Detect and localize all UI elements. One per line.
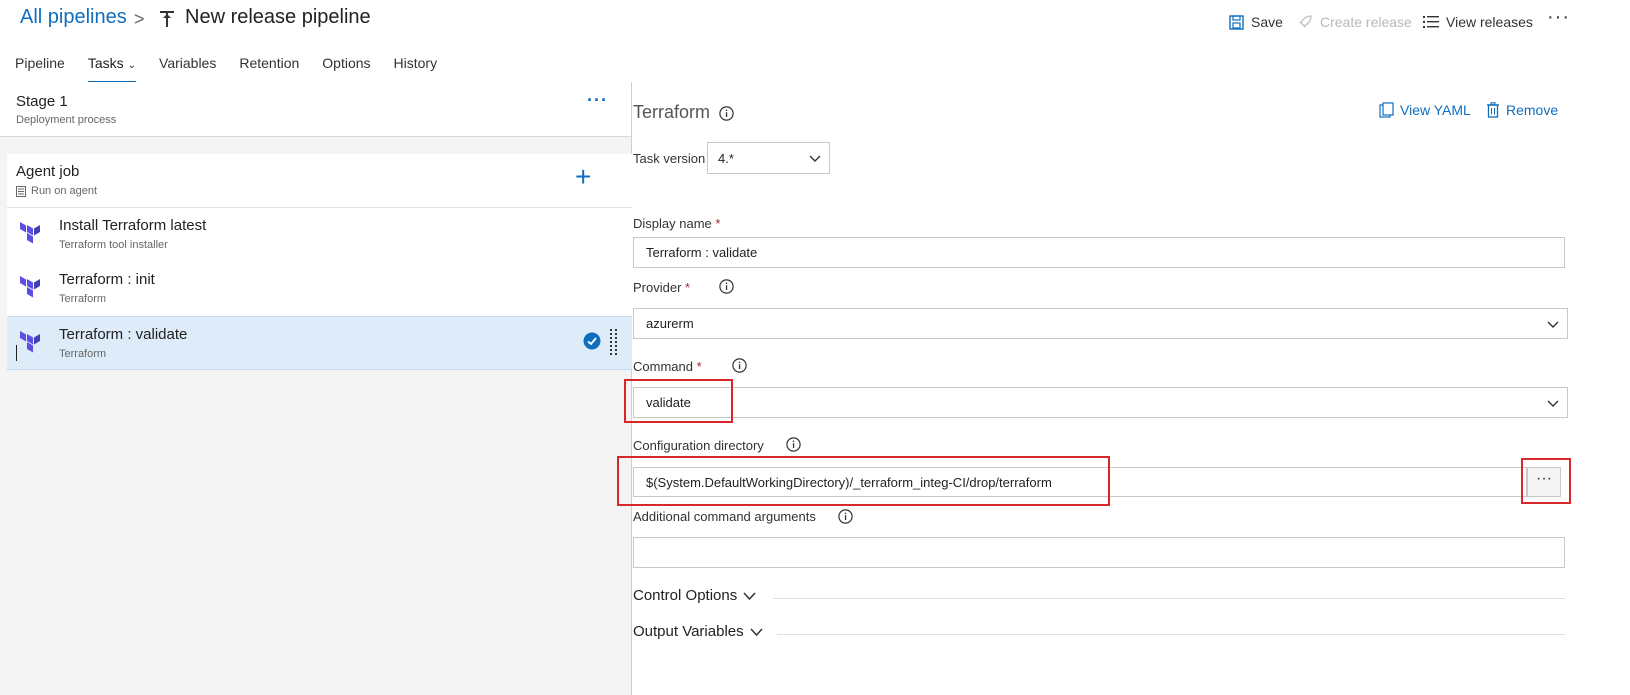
task-version-label: Task version bbox=[633, 151, 706, 166]
tab-tasks[interactable]: Tasks ⌄ bbox=[87, 54, 137, 83]
text-cursor bbox=[16, 345, 17, 361]
command-label: Command * bbox=[633, 359, 702, 374]
more-actions-button[interactable]: ··· bbox=[1547, 6, 1570, 29]
chevron-down-icon bbox=[1547, 400, 1559, 407]
control-options-toggle[interactable]: Control Options bbox=[633, 587, 756, 604]
stage-title: Stage 1 bbox=[16, 93, 68, 110]
stage-header[interactable]: Stage 1 Deployment process ··· bbox=[0, 82, 631, 137]
info-icon[interactable] bbox=[838, 509, 853, 524]
task-details-pane: Terraform View YAML Remove Task version … bbox=[633, 82, 1630, 695]
terraform-icon bbox=[20, 276, 40, 298]
output-variables-toggle[interactable]: Output Variables bbox=[633, 623, 763, 640]
config-directory-label: Configuration directory bbox=[633, 438, 764, 453]
release-pipeline-icon bbox=[160, 11, 174, 27]
info-icon[interactable] bbox=[732, 358, 747, 373]
task-subtitle: Terraform bbox=[59, 348, 107, 360]
terraform-icon bbox=[20, 222, 40, 244]
view-yaml-button[interactable]: View YAML bbox=[1379, 102, 1471, 118]
chevron-down-icon bbox=[1547, 321, 1559, 328]
browse-directory-button[interactable]: ··· bbox=[1527, 467, 1561, 497]
display-name-value: Terraform : validate bbox=[646, 245, 758, 260]
create-release-button[interactable]: Create release bbox=[1297, 11, 1412, 33]
tab-history[interactable]: History bbox=[394, 54, 438, 82]
list-icon bbox=[1423, 16, 1439, 28]
rocket-icon bbox=[1299, 15, 1312, 28]
tab-pipeline[interactable]: Pipeline bbox=[15, 54, 65, 82]
page-title[interactable]: New release pipeline bbox=[185, 6, 371, 29]
breadcrumb-separator-icon: > bbox=[134, 9, 145, 29]
chevron-down-icon bbox=[743, 591, 756, 600]
view-yaml-label: View YAML bbox=[1400, 102, 1471, 118]
command-value: validate bbox=[646, 395, 691, 410]
provider-select[interactable]: azurerm bbox=[633, 308, 1568, 339]
task-heading: Terraform bbox=[633, 102, 711, 122]
drag-handle-icon[interactable] bbox=[610, 329, 618, 359]
chevron-down-icon: ⌄ bbox=[127, 60, 137, 71]
additional-args-label: Additional command arguments bbox=[633, 509, 816, 524]
config-directory-input[interactable]: $(System.DefaultWorkingDirectory)/_terra… bbox=[633, 467, 1527, 497]
info-icon[interactable] bbox=[719, 279, 734, 294]
task-subtitle: Terraform bbox=[59, 293, 107, 305]
output-variables-label: Output Variables bbox=[633, 623, 744, 640]
display-name-label: Display name * bbox=[633, 216, 720, 231]
additional-args-input[interactable] bbox=[633, 537, 1565, 568]
provider-value: azurerm bbox=[646, 316, 694, 331]
task-row-terraform-init[interactable]: Terraform : init Terraform bbox=[7, 262, 632, 316]
task-row-install-terraform[interactable]: Install Terraform latest Terraform tool … bbox=[7, 208, 632, 262]
remove-button[interactable]: Remove bbox=[1486, 102, 1558, 118]
info-icon[interactable] bbox=[719, 106, 734, 121]
task-version-value: 4.* bbox=[718, 150, 734, 166]
task-title: Terraform : validate bbox=[59, 326, 188, 343]
view-releases-button[interactable]: View releases bbox=[1423, 11, 1533, 33]
save-label: Save bbox=[1251, 14, 1283, 30]
task-title: Install Terraform latest bbox=[59, 217, 207, 234]
provider-label: Provider * bbox=[633, 280, 690, 295]
command-label-text: Command bbox=[633, 359, 693, 374]
chevron-down-icon bbox=[750, 627, 763, 636]
control-options-label: Control Options bbox=[633, 587, 738, 604]
pipeline-tabs: Pipeline Tasks ⌄ Variables Retention Opti… bbox=[15, 54, 460, 83]
task-list-pane: Stage 1 Deployment process ··· Agent job… bbox=[0, 82, 632, 695]
check-circle-icon bbox=[583, 332, 601, 350]
stage-subtitle: Deployment process bbox=[16, 114, 117, 126]
remove-label: Remove bbox=[1506, 102, 1559, 118]
required-marker: * bbox=[696, 359, 702, 374]
section-divider bbox=[777, 634, 1565, 635]
tab-tasks-label: Tasks bbox=[87, 55, 124, 71]
agent-job-subtitle-text: Run on agent bbox=[31, 185, 98, 197]
agent-job-row[interactable]: Agent job Run on agent + bbox=[7, 154, 632, 208]
provider-label-text: Provider bbox=[633, 280, 682, 295]
save-button[interactable]: Save bbox=[1229, 11, 1283, 33]
display-name-label-text: Display name bbox=[633, 216, 712, 231]
agent-job-title: Agent job bbox=[16, 163, 80, 180]
task-subtitle: Terraform tool installer bbox=[59, 239, 168, 251]
required-marker: * bbox=[685, 280, 691, 295]
job-list: Agent job Run on agent + Install Terrafo… bbox=[7, 154, 632, 370]
info-icon[interactable] bbox=[786, 437, 801, 452]
task-row-terraform-validate[interactable]: Terraform : validate Terraform bbox=[7, 316, 632, 370]
tab-options[interactable]: Options bbox=[322, 54, 370, 82]
all-pipelines-link[interactable]: All pipelines bbox=[20, 6, 127, 29]
clipboard-icon bbox=[1379, 102, 1394, 118]
chevron-down-icon bbox=[809, 155, 821, 162]
tab-retention[interactable]: Retention bbox=[239, 54, 299, 82]
task-version-select[interactable]: 4.* bbox=[707, 142, 830, 174]
create-release-label: Create release bbox=[1320, 14, 1412, 30]
trash-icon bbox=[1487, 102, 1499, 118]
agent-job-subtitle: Run on agent bbox=[16, 185, 97, 197]
config-directory-value: $(System.DefaultWorkingDirectory)/_terra… bbox=[646, 474, 1052, 490]
display-name-input[interactable]: Terraform : validate bbox=[633, 237, 1565, 268]
view-releases-label: View releases bbox=[1446, 14, 1533, 30]
server-icon bbox=[16, 185, 26, 197]
required-marker: * bbox=[715, 216, 721, 231]
tab-variables[interactable]: Variables bbox=[159, 54, 216, 82]
command-select[interactable]: validate bbox=[633, 387, 1568, 418]
save-icon bbox=[1229, 14, 1244, 30]
add-task-button[interactable]: + bbox=[575, 161, 591, 193]
section-divider bbox=[773, 598, 1565, 599]
terraform-icon bbox=[20, 331, 40, 353]
task-title: Terraform : init bbox=[59, 271, 155, 288]
stage-more-button[interactable]: ··· bbox=[587, 90, 608, 111]
